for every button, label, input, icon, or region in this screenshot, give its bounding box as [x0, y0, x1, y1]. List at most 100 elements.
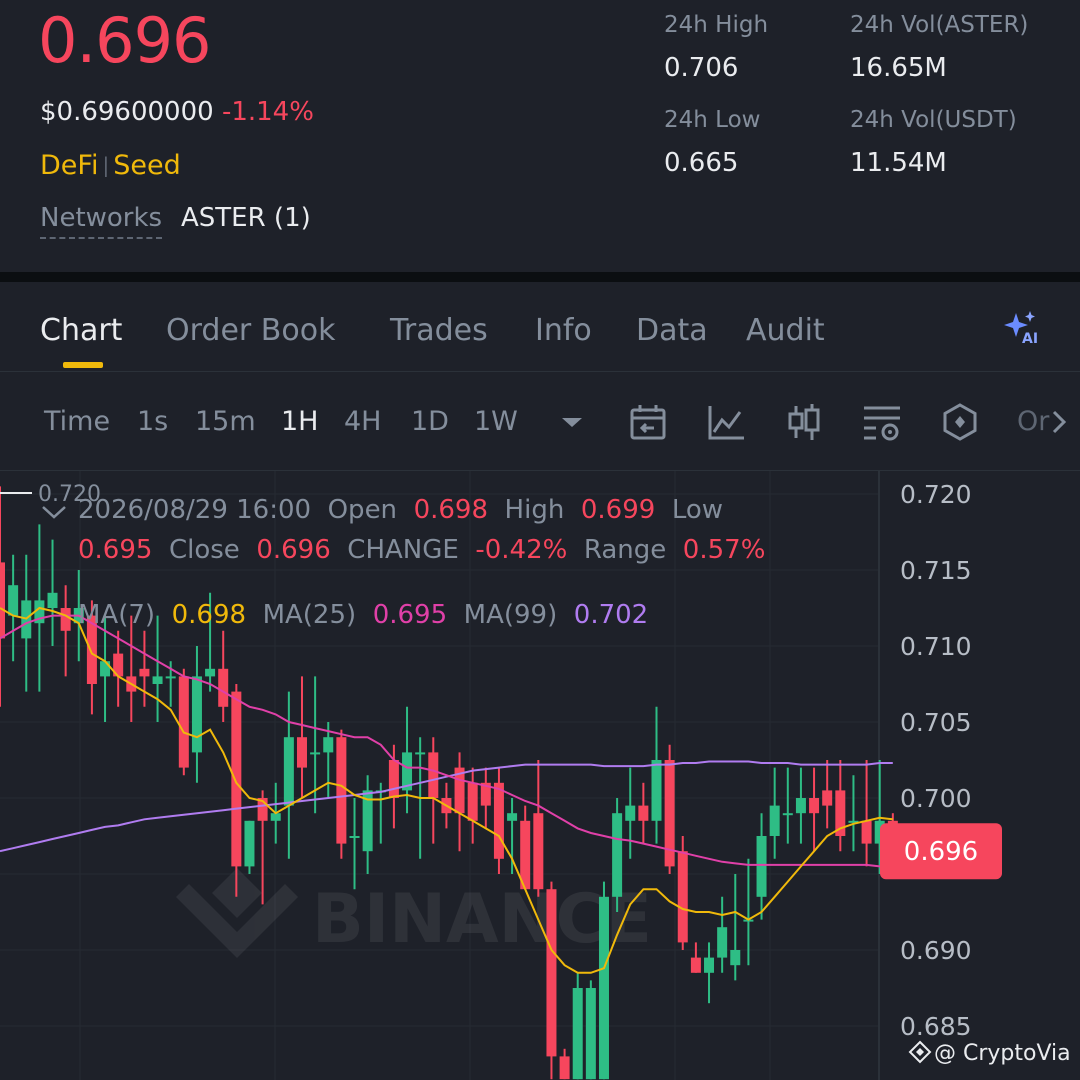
tag-separator: |	[102, 153, 110, 177]
usd-price: $0.69600000	[40, 97, 214, 127]
candle	[690, 942, 701, 973]
candle-body	[296, 737, 307, 768]
candle	[244, 820, 255, 874]
collapse-chevron-icon[interactable]	[40, 503, 68, 523]
candle	[598, 881, 609, 1080]
change-value: -0.42%	[475, 535, 568, 565]
current-price-label: 0.696	[904, 837, 978, 867]
candle	[336, 729, 347, 859]
interval-15m[interactable]: 15m	[195, 406, 256, 437]
candle	[47, 539, 58, 646]
calendar-replay-icon[interactable]	[628, 402, 668, 442]
candle	[257, 790, 268, 905]
candle-body	[533, 813, 544, 890]
candle	[283, 691, 294, 859]
tab-info[interactable]: Info	[535, 313, 592, 348]
candle-body	[809, 798, 820, 814]
candle	[704, 942, 715, 1004]
candle	[493, 767, 504, 874]
range-label: Range	[583, 535, 667, 565]
interval-1h[interactable]: 1H	[281, 406, 318, 437]
candle-body	[428, 752, 439, 798]
candle-body	[231, 691, 242, 867]
candle	[625, 767, 636, 859]
candle	[612, 798, 623, 912]
candle	[835, 760, 846, 852]
tag-seed[interactable]: Seed	[113, 150, 181, 181]
range-value: 0.57%	[682, 535, 766, 565]
candle	[559, 1048, 570, 1080]
candle-body	[310, 752, 321, 755]
candle	[717, 896, 728, 973]
ma99-value: 0.702	[573, 600, 649, 630]
candle-body	[625, 805, 636, 821]
candle	[769, 767, 780, 859]
candle	[454, 752, 465, 852]
interval-4h[interactable]: 4H	[344, 406, 381, 437]
candle-body	[507, 813, 518, 821]
hexagon-icon[interactable]	[940, 402, 980, 442]
interval-1s[interactable]: 1s	[137, 406, 168, 437]
candle-body	[651, 760, 662, 821]
candle	[520, 805, 531, 890]
candle	[296, 676, 307, 798]
candle-body	[546, 889, 557, 1057]
candle	[349, 798, 360, 890]
candle	[809, 767, 820, 852]
active-tab-indicator	[63, 362, 103, 368]
section-divider	[0, 272, 1080, 282]
price-tick-label: 0.720	[900, 480, 972, 509]
stat-24h-high-value: 0.706	[664, 53, 739, 83]
price-tick-label: 0.690	[900, 936, 972, 965]
interval-time[interactable]: Time	[44, 406, 110, 437]
candle-body	[388, 760, 399, 798]
svg-text:AI: AI	[1022, 331, 1038, 347]
chart-settings-icon[interactable]	[862, 402, 902, 442]
candle-body	[270, 813, 281, 821]
tab-trades[interactable]: Trades	[390, 313, 488, 348]
close-value: 0.696	[256, 535, 331, 565]
candle-body	[415, 752, 426, 755]
candle	[126, 615, 137, 722]
more-tools-label[interactable]: Or	[1017, 406, 1049, 437]
line-chart-icon[interactable]	[706, 402, 746, 442]
open-value: 0.698	[413, 495, 489, 525]
chevron-right-icon[interactable]	[1048, 402, 1072, 442]
candle-body	[572, 988, 583, 1080]
candle	[178, 668, 189, 776]
price-tick-label: 0.710	[900, 632, 972, 661]
sparkle-ai-icon[interactable]: AI	[1000, 307, 1044, 347]
candle	[756, 813, 767, 920]
ma25-label: MA(25)	[262, 600, 357, 630]
candle	[533, 760, 544, 897]
tag-defi[interactable]: DeFi	[40, 150, 98, 181]
interval-1d[interactable]: 1D	[411, 406, 449, 437]
high-label: High	[504, 495, 565, 525]
candle	[467, 767, 478, 844]
candle	[428, 737, 439, 844]
networks-label[interactable]: Networks	[40, 203, 163, 239]
dropdown-caret-icon[interactable]	[552, 402, 592, 442]
tab-data[interactable]: Data	[636, 313, 708, 348]
candle	[60, 585, 71, 677]
candle-body	[205, 668, 216, 677]
candle-body	[861, 820, 872, 844]
candlestick-icon[interactable]	[784, 402, 824, 442]
candle-body	[8, 585, 19, 616]
ma7-label: MA(7)	[78, 600, 156, 630]
token-tags: DeFi | Seed	[40, 150, 181, 181]
tab-audit[interactable]: Audit	[746, 313, 825, 348]
candle-body	[165, 676, 176, 679]
usd-price-line: $0.69600000 -1.14%	[40, 97, 314, 127]
interval-1w[interactable]: 1W	[474, 406, 518, 437]
tab-chart[interactable]: Chart	[40, 313, 122, 348]
tab-order-book[interactable]: Order Book	[166, 313, 335, 348]
price-tick-label: 0.700	[900, 784, 972, 813]
candle	[730, 874, 741, 981]
candle-body	[704, 957, 715, 973]
candle-body	[283, 737, 294, 806]
cryptovia-logo-icon	[908, 1040, 932, 1064]
candle-body	[244, 820, 255, 867]
candle-body	[756, 836, 767, 897]
candle-body	[139, 668, 150, 677]
